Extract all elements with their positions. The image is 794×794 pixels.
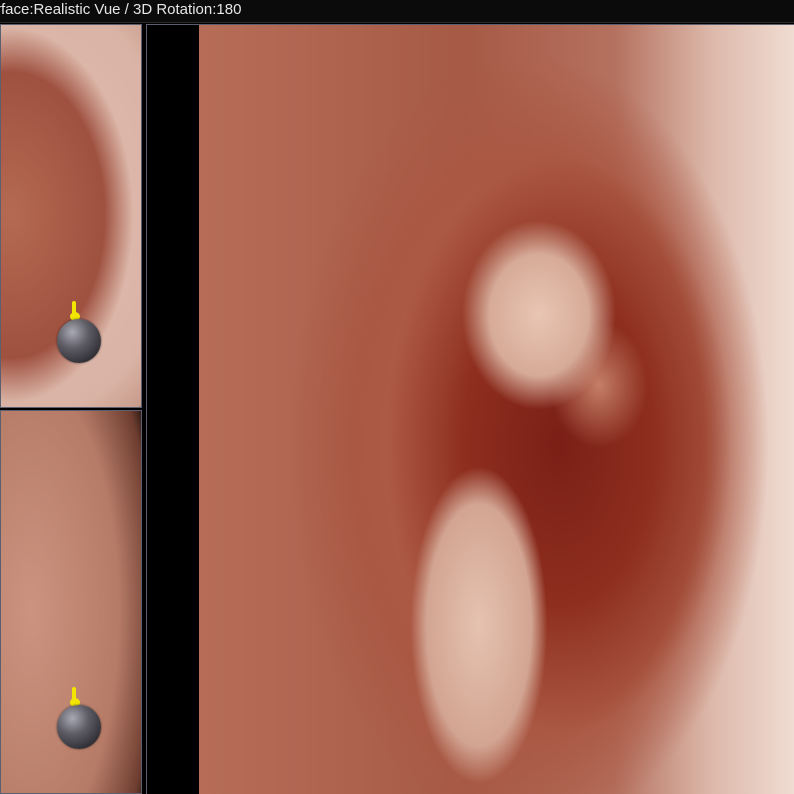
render-mode-label: rface:Realistic Vue / 3D Rotation:180 [0, 1, 242, 18]
sphere-icon [57, 319, 101, 363]
pin-icon [69, 687, 80, 707]
sphere-marker-icon[interactable] [57, 301, 103, 363]
pin-icon [69, 301, 80, 321]
viewport-divider-horizontal[interactable] [0, 408, 142, 410]
viewport-main-3d[interactable] [146, 24, 794, 794]
volume-render-main [199, 25, 794, 794]
viewport-bottom-left[interactable] [0, 410, 142, 794]
sphere-icon [57, 705, 101, 749]
viewport-top-left[interactable] [0, 24, 142, 408]
sphere-marker-icon[interactable] [57, 687, 103, 749]
title-bar: rface:Realistic Vue / 3D Rotation:180 [0, 0, 794, 23]
